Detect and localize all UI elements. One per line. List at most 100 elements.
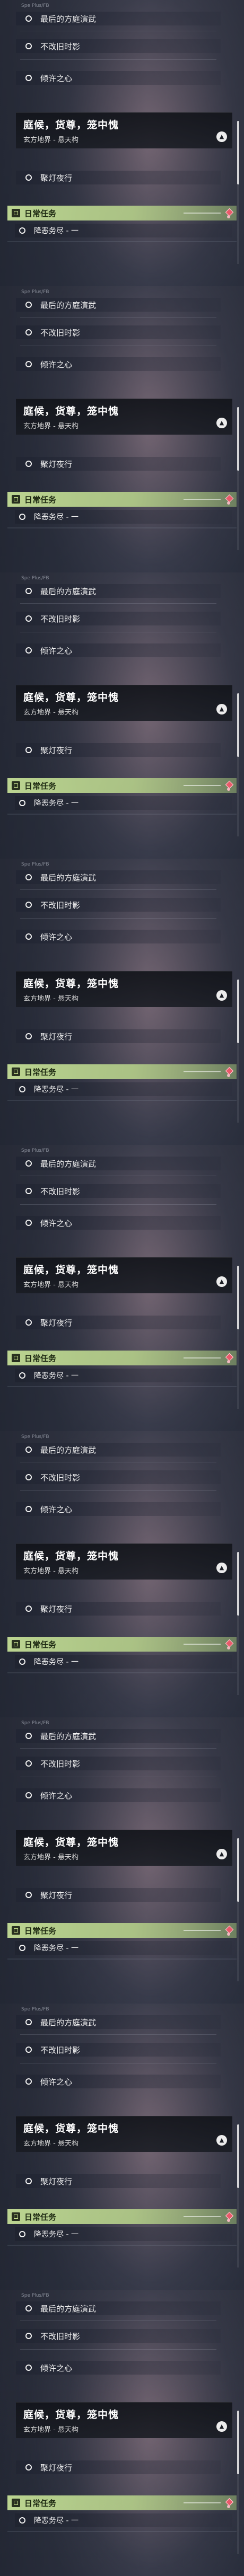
daily-tasks-header[interactable]: 日常任务 [7,2209,237,2224]
quest-item-1[interactable]: 最后的方庭演武 [16,1155,221,1171]
daily-tasks-header[interactable]: 日常任务 [7,1064,237,1079]
main-quest-card[interactable]: 庭候，货尊，笼中愧 玄方地界 - 悬天构 ▲ [16,112,232,148]
quest-item-1[interactable]: 最后的方庭演武 [16,1442,221,1458]
quest-label: 聚灯夜行 [40,2463,73,2473]
chevron-up-icon[interactable]: ▲ [216,704,227,714]
quest-status-circle-icon [25,2464,32,2471]
scrollbar-thumb[interactable] [237,1266,239,1329]
divider [7,2245,237,2246]
quest-item-3[interactable]: 倾许之心 [16,356,221,372]
quest-item-2[interactable]: 不改旧时影 [16,611,221,627]
daily-tasks-header[interactable]: 日常任务 [7,778,237,793]
quest-item-2[interactable]: 不改旧时影 [16,1469,221,1485]
daily-tasks-header[interactable]: 日常任务 [7,206,237,220]
sub-quest-item[interactable]: 聚灯夜行 [16,2173,221,2189]
daily-tasks-header[interactable]: 日常任务 [7,492,237,507]
header-decoration [184,785,221,786]
sub-quest-item[interactable]: 聚灯夜行 [16,2459,221,2475]
scrollbar-thumb[interactable] [237,2124,239,2188]
quest-item-2[interactable]: 不改旧时影 [16,1755,221,1771]
quest-status-circle-icon [25,1792,32,1798]
quest-item-3[interactable]: 倾许之心 [16,2360,221,2376]
quest-label: 聚灯夜行 [40,745,73,755]
divider [20,889,216,890]
quest-item-1[interactable]: 最后的方庭演武 [16,583,221,599]
daily-task-item[interactable]: 降恶务尽 - 一 [15,509,232,525]
quest-item-1[interactable]: 最后的方庭演武 [16,2014,221,2030]
main-quest-card[interactable]: 庭候，货尊，笼中愧 玄方地界 - 悬天构 ▲ [16,685,232,721]
chevron-up-icon[interactable]: ▲ [216,418,227,428]
daily-task-item[interactable]: 降恶务尽 - 一 [15,1940,232,1956]
chevron-up-icon[interactable]: ▲ [216,1276,227,1287]
main-quest-card[interactable]: 庭候，货尊，笼中愧 玄方地界 - 悬天构 ▲ [16,971,232,1007]
chevron-up-icon[interactable]: ▲ [216,990,227,1001]
main-quest-card[interactable]: 庭候，货尊，笼中愧 玄方地界 - 悬天构 ▲ [16,1830,232,1866]
sub-quest-item[interactable]: 聚灯夜行 [16,1887,221,1903]
quest-item-2[interactable]: 不改旧时影 [16,324,221,340]
daily-task-item[interactable]: 降恶务尽 - 一 [15,1654,232,1670]
quest-item-3[interactable]: 倾许之心 [16,929,221,945]
daily-task-item[interactable]: 降恶务尽 - 一 [15,2226,232,2242]
divider [20,2349,216,2350]
daily-task-item[interactable]: 降恶务尽 - 一 [15,2512,232,2528]
main-quest-card[interactable]: 庭候，货尊，笼中愧 玄方地界 - 悬天构 ▲ [16,2116,232,2152]
sub-quest-item[interactable]: 聚灯夜行 [16,1028,221,1044]
quest-item-3[interactable]: 倾许之心 [16,1501,221,1517]
scrollbar-thumb[interactable] [237,121,239,184]
scrollbar-thumb[interactable] [237,693,239,757]
daily-task-item[interactable]: 降恶务尽 - 一 [15,1368,232,1383]
quest-item-1[interactable]: 最后的方庭演武 [16,869,221,885]
quest-status-circle-icon [19,227,25,234]
quest-panel: Spe Plus/FB 最后的方庭演武 不改旧时影 倾许之心 庭候，货尊，笼中愧… [0,1145,244,1431]
daily-tasks-header[interactable]: 日常任务 [7,1637,237,1652]
quest-item-1[interactable]: 最后的方庭演武 [16,1728,221,1744]
daily-tasks-header[interactable]: 日常任务 [7,1923,237,1938]
daily-task-item[interactable]: 降恶务尽 - 一 [15,223,232,239]
divider [7,2531,237,2532]
chevron-up-icon[interactable]: ▲ [216,2135,227,2146]
main-quest-title: 庭候，货尊，笼中愧 [23,2123,119,2134]
daily-tasks-title: 日常任务 [24,781,57,791]
sub-quest-item[interactable]: 聚灯夜行 [16,456,221,472]
main-quest-card[interactable]: 庭候，货尊，笼中愧 玄方地界 - 悬天构 ▲ [16,2402,232,2438]
quest-item-1[interactable]: 最后的方庭演武 [16,11,221,27]
quest-item-2[interactable]: 不改旧时影 [16,38,221,54]
scrollbar-thumb[interactable] [237,2411,239,2474]
scrollbar-thumb[interactable] [237,1838,239,1902]
header-decoration [184,1644,221,1645]
quest-label: 聚灯夜行 [40,1318,73,1328]
sub-quest-item[interactable]: 聚灯夜行 [16,170,221,186]
chevron-up-icon[interactable]: ▲ [216,2421,227,2432]
chevron-up-icon[interactable]: ▲ [216,1563,227,1573]
quest-item-2[interactable]: 不改旧时影 [16,897,221,913]
daily-task-icon [12,1068,20,1076]
chevron-up-icon[interactable]: ▲ [216,131,227,142]
sub-quest-item[interactable]: 聚灯夜行 [16,1315,221,1330]
main-quest-card[interactable]: 庭候，货尊，笼中愧 玄方地界 - 悬天构 ▲ [16,1257,232,1293]
daily-task-item[interactable]: 降恶务尽 - 一 [15,795,232,811]
quest-item-1[interactable]: 最后的方庭演武 [16,297,221,313]
quest-item-3[interactable]: 倾许之心 [16,1215,221,1231]
main-quest-card[interactable]: 庭候，货尊，笼中愧 玄方地界 - 悬天构 ▲ [16,1543,232,1580]
quest-item-3[interactable]: 倾许之心 [16,1787,221,1803]
daily-task-item[interactable]: 降恶务尽 - 一 [15,1081,232,1097]
scrollbar-thumb[interactable] [237,407,239,471]
main-quest-card[interactable]: 庭候，货尊，笼中愧 玄方地界 - 悬天构 ▲ [16,399,232,435]
quest-item-3[interactable]: 倾许之心 [16,2074,221,2089]
quest-item-2[interactable]: 不改旧时影 [16,2042,221,2058]
quest-item-1[interactable]: 最后的方庭演武 [16,2300,221,2316]
daily-task-label: 降恶务尽 - 一 [34,799,79,808]
quest-item-3[interactable]: 倾许之心 [16,642,221,658]
daily-tasks-header[interactable]: 日常任务 [7,1351,237,1365]
quest-item-2[interactable]: 不改旧时影 [16,1183,221,1199]
scrollbar-thumb[interactable] [237,1552,239,1616]
sub-quest-item[interactable]: 聚灯夜行 [16,742,221,758]
divider [20,1204,216,1205]
quest-item-3[interactable]: 倾许之心 [16,70,221,86]
scrollbar-thumb[interactable] [237,980,239,1043]
chevron-up-icon[interactable]: ▲ [216,1849,227,1859]
sub-quest-item[interactable]: 聚灯夜行 [16,1601,221,1617]
daily-tasks-header[interactable]: 日常任务 [7,2495,237,2510]
quest-item-2[interactable]: 不改旧时影 [16,2328,221,2344]
quest-status-circle-icon [19,1372,25,1379]
